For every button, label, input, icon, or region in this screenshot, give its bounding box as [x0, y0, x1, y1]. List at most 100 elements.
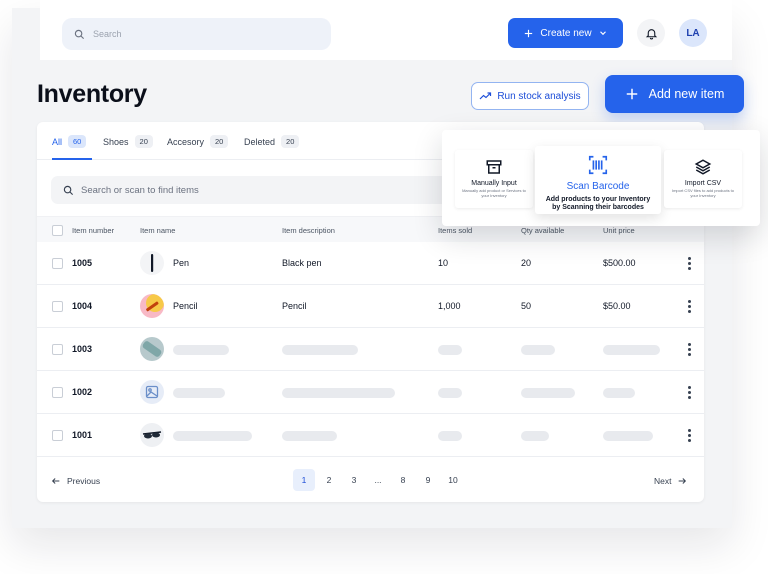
- run-stock-analysis-button[interactable]: Run stock analysis: [471, 82, 589, 110]
- column-header[interactable]: Item number: [72, 226, 114, 235]
- next-page-button[interactable]: Next: [654, 476, 687, 486]
- notifications-button[interactable]: [637, 19, 665, 47]
- item-thumbnail: [140, 294, 164, 318]
- column-header[interactable]: Unit price: [603, 226, 635, 235]
- tab-accesory[interactable]: Accesory 20: [167, 135, 229, 148]
- product-image: [142, 341, 162, 357]
- scan-barcode-option[interactable]: Scan Barcode Add products to your Invent…: [535, 146, 661, 214]
- plus-icon: [525, 29, 533, 37]
- add-item-popover: Manually Input Manually add product or S…: [442, 130, 760, 226]
- create-new-label: Create new: [540, 27, 592, 39]
- item-number: 1001: [72, 430, 93, 440]
- pagination: Previous 1 2 3 ... 8 9 10 Next: [37, 466, 704, 494]
- skeleton-placeholder: [438, 431, 462, 441]
- pencil-image: [146, 294, 164, 312]
- add-new-item-button[interactable]: Add new item: [605, 75, 744, 113]
- skeleton-placeholder: [521, 431, 549, 441]
- global-search-input[interactable]: Search: [62, 18, 331, 50]
- manual-input-option[interactable]: Manually Input Manually add product or S…: [455, 150, 533, 208]
- row-checkbox[interactable]: [52, 301, 63, 312]
- table-row[interactable]: 1001: [37, 414, 704, 457]
- tab-count-badge: 60: [68, 135, 87, 148]
- qty-available: 50: [521, 301, 532, 311]
- page-button[interactable]: 10: [442, 469, 464, 491]
- row-menu-icon[interactable]: [688, 386, 691, 399]
- column-header[interactable]: Item name: [140, 226, 175, 235]
- skeleton-placeholder: [282, 388, 395, 398]
- archive-box-icon: [486, 160, 502, 174]
- skeleton-placeholder: [282, 431, 337, 441]
- page-title: Inventory: [37, 80, 147, 108]
- page-button[interactable]: 9: [417, 469, 439, 491]
- row-menu-icon[interactable]: [688, 257, 691, 270]
- item-number: 1002: [72, 387, 93, 397]
- item-thumbnail: [140, 423, 164, 447]
- page-button[interactable]: 3: [343, 469, 365, 491]
- user-avatar[interactable]: LA: [679, 19, 707, 47]
- global-search-placeholder: Search: [93, 29, 122, 39]
- item-number: 1004: [72, 301, 93, 311]
- page-button[interactable]: 8: [392, 469, 414, 491]
- item-number: 1005: [72, 258, 93, 268]
- bell-icon: [645, 28, 657, 39]
- page-button[interactable]: 1: [293, 469, 315, 491]
- previous-page-button[interactable]: Previous: [51, 476, 100, 486]
- table-row[interactable]: 1005 Pen Black pen 10 20 $500.00: [37, 242, 704, 285]
- chevron-down-icon: [599, 31, 606, 36]
- inventory-search-placeholder: Search or scan to find items: [81, 184, 199, 196]
- tab-label: Shoes: [103, 136, 129, 147]
- page-ellipsis: ...: [374, 475, 382, 485]
- skeleton-placeholder: [173, 431, 252, 441]
- skeleton-placeholder: [521, 345, 555, 355]
- skeleton-placeholder: [173, 345, 229, 355]
- import-csv-option[interactable]: Import CSV Import CSV files to add produ…: [664, 150, 742, 208]
- qty-available: 20: [521, 258, 532, 268]
- create-new-button[interactable]: Create new: [508, 18, 623, 48]
- skeleton-placeholder: [521, 388, 575, 398]
- item-thumbnail: [140, 337, 164, 361]
- plus-icon: [626, 88, 637, 100]
- table-row[interactable]: 1004 Pencil Pencil 1,000 50 $50.00: [37, 285, 704, 328]
- tab-all[interactable]: All 60: [52, 135, 87, 148]
- tab-label: All: [52, 136, 63, 147]
- page-button[interactable]: 2: [318, 469, 340, 491]
- row-checkbox[interactable]: [52, 258, 63, 269]
- option-title: Scan Barcode: [566, 181, 630, 192]
- table-row[interactable]: 1002: [37, 371, 704, 414]
- row-checkbox[interactable]: [52, 344, 63, 355]
- tab-label: Accesory: [167, 136, 205, 147]
- tab-count-badge: 20: [210, 135, 229, 148]
- trending-up-icon: [479, 92, 492, 100]
- item-name: Pen: [173, 258, 190, 268]
- row-menu-icon[interactable]: [688, 300, 691, 313]
- layers-icon: [694, 159, 712, 175]
- inventory-search-input[interactable]: Search or scan to find items: [51, 176, 451, 204]
- row-menu-icon[interactable]: [688, 429, 691, 442]
- tab-deleted[interactable]: Deleted 20: [244, 135, 300, 148]
- option-subtitle: Manually add product or Services to your…: [462, 188, 526, 198]
- items-sold: 10: [438, 258, 449, 268]
- search-icon: [63, 185, 74, 195]
- active-tab-indicator: [52, 158, 92, 160]
- item-number: 1003: [72, 344, 93, 354]
- run-stock-analysis-label: Run stock analysis: [497, 90, 581, 102]
- pen-image: [151, 254, 154, 272]
- column-header[interactable]: Qty available: [521, 226, 564, 235]
- column-header[interactable]: Items sold: [438, 226, 472, 235]
- row-checkbox[interactable]: [52, 430, 63, 441]
- skeleton-placeholder: [603, 388, 635, 398]
- column-header[interactable]: Item description: [282, 226, 335, 235]
- tab-shoes[interactable]: Shoes 20: [103, 135, 153, 148]
- option-subtitle: Add products to your Inventory by Scanni…: [545, 196, 651, 212]
- select-all-checkbox[interactable]: [52, 225, 63, 236]
- table-row[interactable]: 1003: [37, 328, 704, 371]
- item-description: Black pen: [282, 258, 322, 268]
- row-menu-icon[interactable]: [688, 343, 691, 356]
- option-title: Manually Input: [471, 180, 517, 187]
- arrow-left-icon: [51, 478, 60, 484]
- item-thumbnail: [140, 251, 164, 275]
- image-placeholder-icon: [145, 385, 159, 399]
- row-checkbox[interactable]: [52, 387, 63, 398]
- unit-price: $500.00: [603, 258, 636, 268]
- arrow-right-icon: [679, 478, 687, 484]
